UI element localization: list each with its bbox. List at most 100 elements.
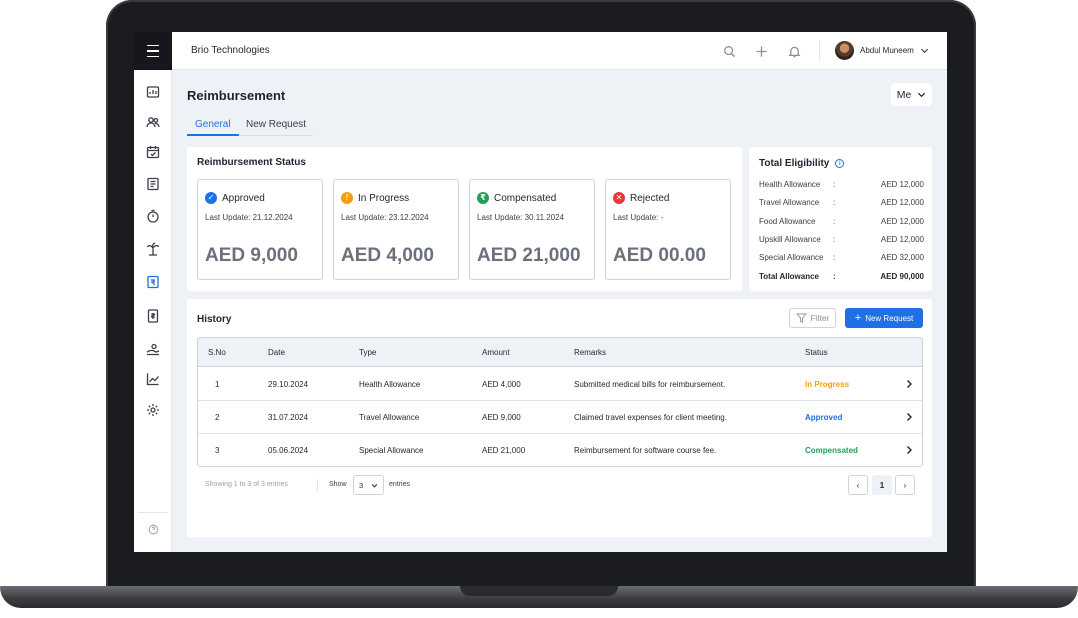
sidebar-item-leave[interactable] bbox=[134, 238, 172, 260]
status-compensated-head: ₹ Compensated bbox=[477, 192, 556, 204]
cell-date: 05.06.2024 bbox=[268, 446, 309, 455]
filter-button[interactable]: Filter bbox=[789, 308, 836, 328]
column-header-type: Type bbox=[359, 348, 377, 357]
cell-date: 29.10.2024 bbox=[268, 380, 309, 389]
cell-amount: AED 4,000 bbox=[482, 380, 521, 389]
plus-icon: + bbox=[854, 311, 862, 324]
status-last-update: Last Update: 23.12.2024 bbox=[341, 213, 429, 222]
document-icon bbox=[147, 177, 159, 191]
check-icon: ✓ bbox=[205, 192, 217, 204]
next-page-button[interactable]: › bbox=[895, 475, 915, 495]
table-row[interactable]: 2 31.07.2024 Travel Allowance AED 9,000 … bbox=[198, 401, 922, 434]
sidebar-item-settings[interactable] bbox=[134, 399, 172, 421]
view-selector[interactable]: Me bbox=[891, 83, 932, 106]
status-rejected[interactable]: ✕ Rejected Last Update: - AED 00.00 bbox=[605, 179, 731, 280]
cell-sno: 3 bbox=[215, 446, 220, 455]
status-amount: AED 21,000 bbox=[477, 245, 581, 266]
help-icon bbox=[148, 524, 158, 534]
chevron-right-icon[interactable] bbox=[904, 445, 914, 455]
eligibility-label: Travel Allowance bbox=[759, 198, 820, 207]
sidebar-item-documents[interactable] bbox=[134, 173, 172, 195]
column-header-remarks: Remarks bbox=[574, 348, 607, 357]
prev-page-button[interactable]: ‹ bbox=[848, 475, 868, 495]
user-name[interactable]: Abdul Muneem bbox=[860, 46, 914, 55]
table-row[interactable]: 3 05.06.2024 Special Allowance AED 21,00… bbox=[198, 434, 922, 466]
sidebar-item-benefits[interactable] bbox=[134, 338, 172, 360]
people-icon bbox=[146, 117, 160, 128]
search-icon bbox=[723, 45, 735, 57]
eligibility-value: AED 32,000 bbox=[880, 253, 924, 262]
sidebar-item-people[interactable] bbox=[134, 111, 172, 133]
status-last-update: Last Update: 30.11.2024 bbox=[477, 213, 565, 222]
sidebar-item-help[interactable] bbox=[134, 518, 172, 540]
history-title: History bbox=[197, 314, 232, 325]
history-table: S.No Date Type Amount Remarks Status 1 2… bbox=[197, 337, 923, 467]
top-bar: Brio Technologies Abdul Muneem bbox=[172, 32, 947, 70]
column-header-amount: Amount bbox=[482, 348, 510, 357]
app-screen: Brio Technologies Abdul Muneem Reimburse… bbox=[134, 32, 947, 552]
cell-remarks: Claimed travel expenses for client meeti… bbox=[574, 413, 727, 422]
status-approved-head: ✓ Approved bbox=[205, 192, 265, 204]
eligibility-value: AED 90,000 bbox=[880, 272, 924, 281]
column-header-date: Date bbox=[268, 348, 285, 357]
eligibility-separator: : bbox=[833, 272, 836, 281]
sidebar bbox=[134, 32, 172, 552]
notifications-button[interactable] bbox=[786, 43, 802, 59]
status-last-update: Last Update: 21.12.2024 bbox=[205, 213, 293, 222]
sidebar-item-time[interactable] bbox=[134, 205, 172, 227]
column-header-status: Status bbox=[805, 348, 828, 357]
cell-status: In Progress bbox=[805, 380, 850, 389]
table-row[interactable]: 1 29.10.2024 Health Allowance AED 4,000 … bbox=[198, 368, 922, 401]
chevron-down-icon bbox=[918, 92, 926, 98]
info-icon[interactable]: i bbox=[835, 159, 845, 168]
payslip-icon bbox=[147, 309, 159, 323]
page-size-select[interactable]: 3 bbox=[353, 475, 384, 495]
cell-date: 31.07.2024 bbox=[268, 413, 309, 422]
cell-status: Compensated bbox=[805, 446, 858, 455]
chevron-down-icon[interactable] bbox=[920, 46, 929, 55]
sidebar-item-analytics[interactable] bbox=[134, 368, 172, 390]
hamburger-menu-button[interactable] bbox=[134, 32, 172, 70]
avatar[interactable] bbox=[835, 41, 854, 60]
sidebar-item-dashboard[interactable] bbox=[134, 81, 172, 103]
sidebar-item-payslip[interactable] bbox=[134, 305, 172, 327]
eligibility-separator: : bbox=[833, 198, 836, 207]
eligibility-label: Upskill Allowance bbox=[759, 235, 821, 244]
status-amount: AED 4,000 bbox=[341, 245, 434, 266]
search-button[interactable] bbox=[721, 43, 737, 59]
status-label: In Progress bbox=[358, 192, 410, 204]
sidebar-item-reimbursement[interactable] bbox=[134, 271, 172, 293]
eligibility-value: AED 12,000 bbox=[880, 235, 924, 244]
gear-icon bbox=[147, 404, 159, 416]
view-selector-value: Me bbox=[896, 88, 912, 101]
company-name: Brio Technologies bbox=[191, 45, 270, 56]
eligibility-separator: : bbox=[833, 253, 836, 262]
add-button[interactable] bbox=[753, 43, 769, 59]
chevron-right-icon[interactable] bbox=[904, 379, 914, 389]
new-request-button[interactable]: + New Request bbox=[845, 308, 923, 328]
status-compensated[interactable]: ₹ Compensated Last Update: 30.11.2024 AE… bbox=[469, 179, 595, 280]
chevron-down-icon bbox=[371, 483, 378, 488]
status-card-title: Reimbursement Status bbox=[197, 157, 306, 168]
eligibility-label: Health Allowance bbox=[759, 180, 821, 189]
sidebar-item-calendar[interactable] bbox=[134, 141, 172, 163]
status-label: Rejected bbox=[630, 192, 670, 204]
eligibility-title-text: Total Eligibility bbox=[759, 158, 830, 169]
new-request-label: New Request bbox=[865, 313, 914, 323]
page-1-button[interactable]: 1 bbox=[872, 475, 892, 495]
hand-money-icon bbox=[146, 343, 160, 356]
eligibility-value: AED 12,000 bbox=[880, 198, 924, 207]
status-approved[interactable]: ✓ Approved Last Update: 21.12.2024 AED 9… bbox=[197, 179, 323, 280]
palm-tree-icon bbox=[146, 242, 160, 256]
tab-general[interactable]: General bbox=[195, 119, 231, 130]
hamburger-icon bbox=[147, 43, 159, 60]
filter-icon bbox=[795, 313, 807, 323]
table-header: S.No Date Type Amount Remarks Status bbox=[198, 338, 922, 367]
cell-amount: AED 9,000 bbox=[482, 413, 521, 422]
chevron-right-icon[interactable] bbox=[904, 412, 914, 422]
eligibility-separator: : bbox=[833, 180, 836, 189]
status-in-progress[interactable]: ! In Progress Last Update: 23.12.2024 AE… bbox=[333, 179, 459, 280]
x-icon: ✕ bbox=[613, 192, 625, 204]
tab-new-request[interactable]: New Request bbox=[246, 119, 306, 130]
cell-remarks: Submitted medical bills for reimbursemen… bbox=[574, 380, 726, 389]
